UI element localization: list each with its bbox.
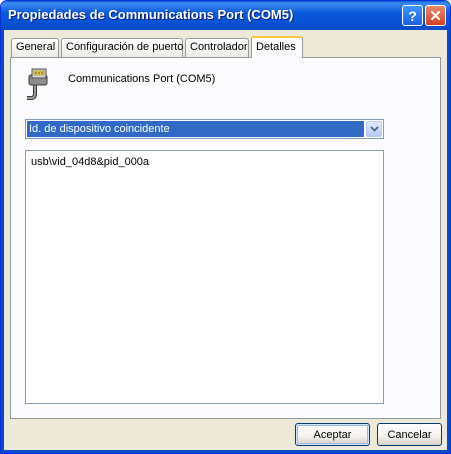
close-icon: ✕: [429, 7, 442, 25]
ok-button[interactable]: Aceptar: [295, 423, 370, 446]
tab-label: General: [16, 41, 56, 53]
window-frame-right: [447, 30, 450, 453]
tab-label: Configuración de puerto: [66, 41, 184, 53]
tab-driver[interactable]: Controlador: [185, 38, 249, 57]
cancel-button-label: Cancelar: [387, 428, 432, 441]
tab-port-settings[interactable]: Configuración de puerto: [61, 38, 183, 57]
serial-port-icon: [25, 67, 59, 103]
window-frame-left: [1, 30, 4, 453]
help-icon: ?: [408, 7, 417, 24]
close-button[interactable]: ✕: [425, 5, 446, 26]
ok-button-label: Aceptar: [313, 428, 352, 441]
dropdown-button[interactable]: [366, 121, 382, 137]
details-panel: Communications Port (COM5) Id. de dispos…: [10, 57, 441, 419]
tab-label: Controlador: [190, 41, 248, 53]
tab-details[interactable]: Detalles: [251, 36, 303, 58]
chevron-down-icon: [369, 126, 379, 132]
window-title: Propiedades de Communications Port (COM5…: [8, 7, 294, 22]
tab-general[interactable]: General: [11, 38, 59, 57]
cancel-button[interactable]: Cancelar: [377, 423, 442, 446]
tab-label: Detalles: [256, 41, 296, 53]
values-list[interactable]: usb\vid_04d8&pid_000a: [25, 150, 384, 404]
help-button[interactable]: ?: [402, 5, 423, 26]
list-item[interactable]: usb\vid_04d8&pid_000a: [31, 156, 149, 168]
device-name: Communications Port (COM5): [68, 73, 216, 85]
window-frame-bottom: [1, 450, 450, 453]
title-bar[interactable]: Propiedades de Communications Port (COM5…: [1, 1, 450, 30]
property-select-value: Id. de dispositivo coincidente: [27, 121, 364, 137]
property-select[interactable]: Id. de dispositivo coincidente: [25, 119, 384, 139]
properties-dialog: Propiedades de Communications Port (COM5…: [0, 0, 451, 454]
